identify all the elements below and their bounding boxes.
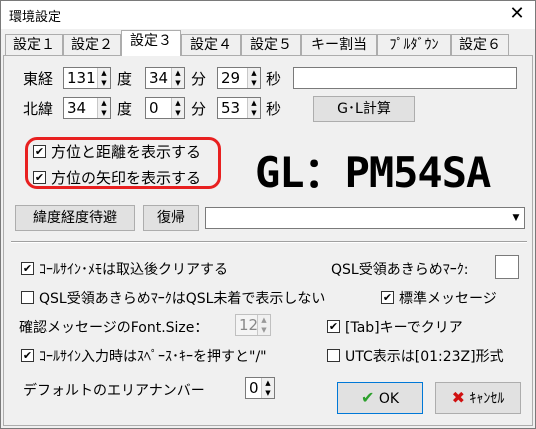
sec-unit: 秒: [266, 70, 282, 88]
utc-format-checkbox[interactable]: [327, 349, 340, 362]
north-sec-spinner[interactable]: 53 ▲ ▼: [217, 97, 261, 119]
default-area-value: 0: [249, 379, 259, 397]
font-size-spinner[interactable]: 12 ▲ ▼: [235, 314, 271, 336]
north-deg-value: 34: [67, 99, 87, 117]
east-min-value: 34: [149, 69, 169, 87]
deg-unit: 度: [117, 100, 133, 118]
wait-latlon-button[interactable]: 緯度経度待避: [15, 205, 135, 231]
spin-arrows-icon[interactable]: ▲ ▼: [247, 68, 260, 88]
title-bar: 環境設定 ✕: [1, 1, 535, 29]
spin-arrows-icon[interactable]: ▲ ▼: [97, 98, 110, 118]
east-longitude-label: 東経: [23, 70, 54, 88]
restore-button[interactable]: 復帰: [143, 205, 199, 231]
window-title: 環境設定: [9, 10, 62, 25]
default-area-spinner[interactable]: 0 ▲ ▼: [245, 377, 275, 399]
std-message-label: 標準メッセージ: [399, 291, 497, 307]
qsl-mark-label: QSL受領あきらめﾏｰｸ:: [331, 262, 469, 278]
call-space-checkbox[interactable]: ✔: [21, 349, 34, 362]
settings-window: 環境設定 ✕ 設定１ 設定２ 設定３ 設定４ 設定５ キー割当 ﾌﾟﾙﾀﾞｳﾝ …: [0, 0, 536, 429]
ok-button[interactable]: ✔ OK: [337, 382, 423, 414]
deg-unit: 度: [117, 70, 133, 88]
std-message-checkbox[interactable]: ✔: [381, 291, 394, 304]
east-deg-value: 131: [67, 69, 96, 87]
tab-settings-5[interactable]: 設定５: [241, 34, 301, 55]
cancel-x-icon: ✖: [451, 388, 465, 407]
tab-pulldown[interactable]: ﾌﾟﾙﾀﾞｳﾝ: [377, 34, 451, 55]
history-combobox[interactable]: ▼: [205, 207, 525, 229]
tab-settings-6[interactable]: 設定６: [451, 34, 509, 55]
cancel-button[interactable]: ✖ ｷｬﾝｾﾙ: [435, 382, 521, 414]
spin-arrows-icon[interactable]: ▲ ▼: [97, 68, 110, 88]
tab-key-assign[interactable]: キー割当: [301, 34, 377, 55]
north-latitude-label: 北緯: [23, 100, 54, 118]
east-sec-spinner[interactable]: 29 ▲ ▼: [217, 67, 261, 89]
tab-settings-1[interactable]: 設定１: [5, 34, 63, 55]
east-min-spinner[interactable]: 34 ▲ ▼: [145, 67, 185, 89]
north-min-value: 0: [149, 99, 159, 117]
divider: [11, 241, 527, 243]
tab-settings-4[interactable]: 設定４: [181, 34, 241, 55]
spin-arrows-icon[interactable]: ▲ ▼: [261, 378, 274, 398]
font-size-label: 確認メッセージのFont.Size：: [19, 320, 209, 336]
ok-label: OK: [378, 391, 400, 407]
qsl-mark-input[interactable]: [495, 255, 519, 279]
sec-unit: 秒: [266, 100, 282, 118]
tab-settings-3[interactable]: 設定３: [121, 30, 181, 56]
spin-arrows-icon[interactable]: ▲ ▼: [247, 98, 260, 118]
north-sec-value: 53: [221, 99, 241, 117]
show-bearing-label: 方位と距離を表示する: [51, 143, 202, 161]
min-unit: 分: [191, 100, 207, 118]
min-unit: 分: [191, 70, 207, 88]
grid-locator-display: GL：PM54SA: [255, 148, 491, 197]
spin-arrows-icon[interactable]: ▲ ▼: [257, 315, 270, 335]
chevron-down-icon[interactable]: ▼: [508, 208, 524, 228]
qsl-no-show-label: QSL受領あきらめﾏｰｸはQSL未着で表示しない: [39, 291, 326, 307]
tab-strip: 設定１ 設定２ 設定３ 設定４ 設定５ キー割当 ﾌﾟﾙﾀﾞｳﾝ 設定６: [3, 30, 533, 56]
close-icon[interactable]: ✕: [505, 3, 529, 25]
east-sec-value: 29: [221, 69, 241, 87]
location-text-field[interactable]: [293, 67, 517, 89]
east-deg-spinner[interactable]: 131 ▲ ▼: [63, 67, 111, 89]
font-size-value: 12: [239, 316, 259, 334]
spin-arrows-icon[interactable]: ▲ ▼: [171, 98, 184, 118]
utc-format-label: UTC表示は[01:23Z]形式: [345, 349, 504, 365]
show-arrow-label: 方位の矢印を表示する: [51, 169, 202, 187]
tab-clear-checkbox[interactable]: ✔: [327, 320, 340, 333]
clear-call-checkbox[interactable]: ✔: [21, 262, 34, 275]
north-deg-spinner[interactable]: 34 ▲ ▼: [63, 97, 111, 119]
north-min-spinner[interactable]: 0 ▲ ▼: [145, 97, 185, 119]
qsl-no-show-checkbox[interactable]: [21, 291, 34, 304]
tab-clear-label: [Tab]キーでクリア: [345, 320, 463, 336]
show-arrow-checkbox[interactable]: ✔: [33, 171, 46, 184]
checkmark-icon: ✔: [360, 388, 375, 407]
cancel-label: ｷｬﾝｾﾙ: [469, 391, 505, 407]
call-space-label: ｺｰﾙｻｲﾝ入力時はｽﾍﾟｰｽ･ｷｰを押すと"/": [39, 349, 267, 365]
default-area-label: デフォルトのエリアナンバー: [23, 383, 205, 399]
clear-call-label: ｺｰﾙｻｲﾝ･ﾒﾓは取込後クリアする: [39, 262, 228, 278]
tab-settings-2[interactable]: 設定２: [63, 34, 121, 55]
spin-arrows-icon[interactable]: ▲ ▼: [171, 68, 184, 88]
gl-calc-button[interactable]: G･L計算: [313, 96, 415, 122]
show-bearing-checkbox[interactable]: ✔: [33, 145, 46, 158]
